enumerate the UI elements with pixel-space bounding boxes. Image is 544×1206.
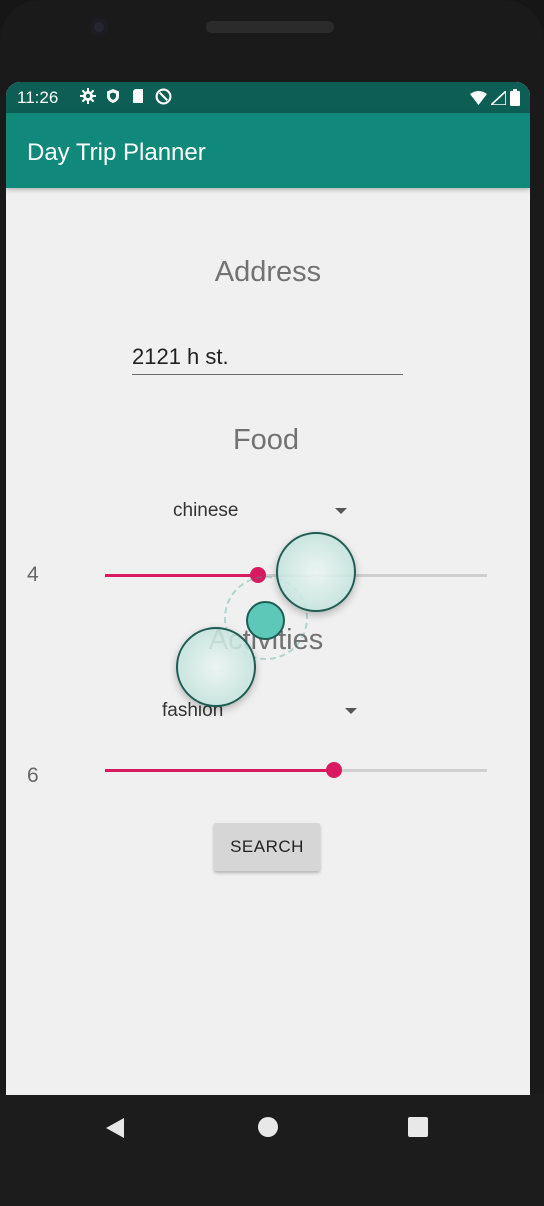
navigation-bar [0, 1095, 544, 1206]
food-spinner[interactable]: chinese [166, 498, 356, 538]
app-bar: Day Trip Planner [6, 113, 530, 188]
food-slider-value: 4 [27, 563, 39, 586]
address-label: Address [214, 256, 322, 288]
food-spinner-value: chinese [173, 500, 239, 521]
status-bar: 11:26 [6, 82, 530, 113]
chevron-down-icon [345, 708, 357, 714]
chevron-down-icon [335, 508, 347, 514]
wifi-icon [470, 90, 487, 105]
screen: 11:26 Day Trip Planner Address 2121 h st… [6, 82, 530, 1095]
touch-indicator [276, 532, 356, 612]
gear-icon [80, 88, 96, 104]
activities-spinner[interactable]: fashion [156, 698, 366, 738]
back-icon[interactable] [104, 1116, 126, 1140]
status-icons-left [80, 88, 172, 105]
battery-icon [510, 89, 520, 106]
address-input[interactable]: 2121 h st. [132, 344, 403, 375]
app-title: Day Trip Planner [27, 139, 206, 166]
at-sign-icon [155, 88, 172, 105]
search-button[interactable]: SEARCH [214, 823, 320, 871]
touch-indicator [176, 627, 256, 707]
camera-icon [90, 18, 108, 36]
signal-icon [491, 90, 506, 105]
sd-card-icon [133, 89, 143, 103]
shield-icon [107, 89, 119, 103]
activities-slider-thumb[interactable] [326, 762, 343, 778]
food-label: Food [232, 424, 300, 456]
activities-slider-fill [105, 769, 335, 772]
status-icons-right [470, 89, 520, 106]
home-icon[interactable] [257, 1116, 279, 1138]
speaker-grille [206, 21, 334, 33]
device-frame: 11:26 Day Trip Planner Address 2121 h st… [0, 0, 544, 1206]
food-slider-fill [105, 574, 258, 577]
touch-point [246, 601, 285, 640]
activities-slider-value: 6 [27, 764, 39, 787]
activities-slider[interactable] [105, 762, 487, 778]
status-time: 11:26 [17, 88, 59, 107]
recents-icon[interactable] [408, 1117, 428, 1137]
